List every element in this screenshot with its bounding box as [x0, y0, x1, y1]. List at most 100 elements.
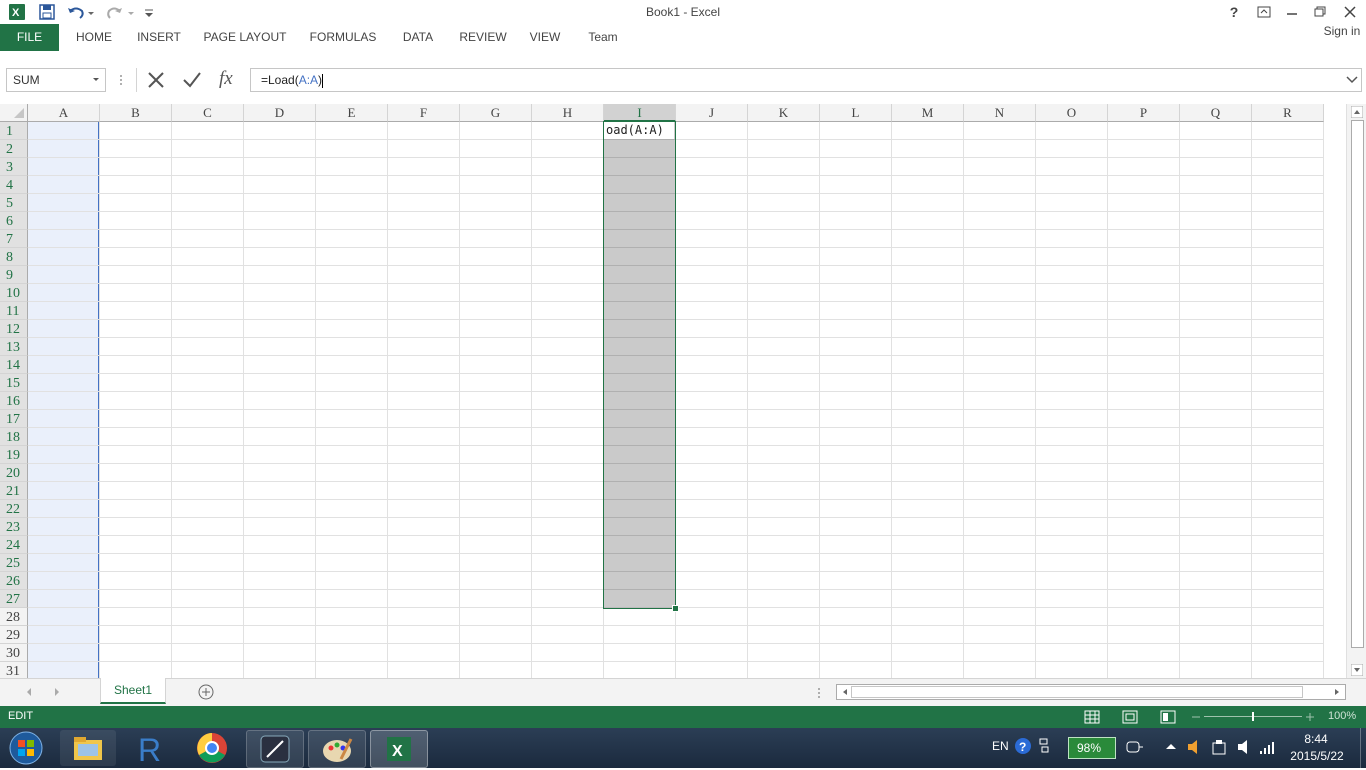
clock-date[interactable]: 2015/5/22	[1280, 749, 1354, 763]
tab-view[interactable]: VIEW	[524, 24, 566, 51]
tab-home[interactable]: HOME	[66, 24, 122, 51]
battery-indicator[interactable]: 98%	[1068, 737, 1116, 759]
column-header-r[interactable]: R	[1252, 104, 1324, 122]
column-header-k[interactable]: K	[748, 104, 820, 122]
column-header-i[interactable]: I	[604, 104, 676, 122]
zoom-slider-thumb[interactable]	[1252, 712, 1254, 721]
tab-formulas[interactable]: FORMULAS	[304, 24, 382, 51]
row-header-4[interactable]: 4	[0, 176, 28, 194]
column-header-p[interactable]: P	[1108, 104, 1180, 122]
formula-bar-grip-icon[interactable]	[118, 72, 124, 88]
ime-options-icon[interactable]	[1038, 736, 1050, 759]
row-header-12[interactable]: 12	[0, 320, 28, 338]
row-header-5[interactable]: 5	[0, 194, 28, 212]
chrome-icon[interactable]	[184, 730, 240, 766]
power-plug-icon[interactable]	[1124, 738, 1144, 759]
zoom-in-icon[interactable]	[1304, 710, 1316, 727]
page-layout-view-icon[interactable]	[1122, 709, 1138, 728]
language-indicator[interactable]: EN	[992, 739, 1009, 753]
minimize-icon[interactable]	[1278, 2, 1306, 22]
tab-split-grip-icon[interactable]	[816, 686, 822, 703]
column-header-m[interactable]: M	[892, 104, 964, 122]
name-box[interactable]: SUM	[6, 68, 106, 92]
column-header-a[interactable]: A	[28, 104, 100, 122]
prev-sheet-icon[interactable]	[24, 686, 34, 701]
start-button-icon[interactable]	[6, 730, 46, 766]
app-compass-icon[interactable]	[246, 730, 304, 768]
row-header-28[interactable]: 28	[0, 608, 28, 626]
usb-device-icon[interactable]	[1210, 738, 1228, 759]
column-header-c[interactable]: C	[172, 104, 244, 122]
cancel-icon[interactable]	[145, 70, 167, 93]
file-explorer-icon[interactable]	[60, 730, 116, 766]
formula-input[interactable]: =Load(A:A)	[250, 68, 1362, 92]
fill-handle[interactable]	[672, 605, 679, 612]
row-header-15[interactable]: 15	[0, 374, 28, 392]
column-header-j[interactable]: J	[676, 104, 748, 122]
column-header-d[interactable]: D	[244, 104, 316, 122]
row-header-7[interactable]: 7	[0, 230, 28, 248]
column-header-e[interactable]: E	[316, 104, 388, 122]
row-header-1[interactable]: 1	[0, 122, 28, 140]
scroll-down-icon[interactable]	[1351, 664, 1363, 676]
tab-insert[interactable]: INSERT	[130, 24, 188, 51]
row-header-6[interactable]: 6	[0, 212, 28, 230]
ribbon-display-options-icon[interactable]	[1250, 2, 1278, 22]
column-header-o[interactable]: O	[1036, 104, 1108, 122]
column-header-b[interactable]: B	[100, 104, 172, 122]
page-break-preview-icon[interactable]	[1160, 709, 1176, 728]
row-header-30[interactable]: 30	[0, 644, 28, 662]
row-header-21[interactable]: 21	[0, 482, 28, 500]
insert-function-button[interactable]: fx	[219, 68, 233, 90]
show-desktop-button[interactable]	[1360, 728, 1366, 768]
tab-data[interactable]: DATA	[394, 24, 442, 51]
row-header-23[interactable]: 23	[0, 518, 28, 536]
column-header-f[interactable]: F	[388, 104, 460, 122]
select-all-corner[interactable]	[0, 104, 28, 122]
horizontal-scrollbar[interactable]	[836, 684, 1346, 700]
paint-icon[interactable]	[308, 730, 366, 768]
zoom-out-icon[interactable]	[1190, 710, 1202, 727]
normal-view-icon[interactable]	[1084, 709, 1100, 728]
row-header-25[interactable]: 25	[0, 554, 28, 572]
next-sheet-icon[interactable]	[52, 686, 62, 701]
column-header-n[interactable]: N	[964, 104, 1036, 122]
sheet-tab-sheet1[interactable]: Sheet1	[100, 678, 166, 704]
row-header-29[interactable]: 29	[0, 626, 28, 644]
scroll-right-icon[interactable]	[1331, 686, 1343, 698]
row-header-27[interactable]: 27	[0, 590, 28, 608]
row-header-11[interactable]: 11	[0, 302, 28, 320]
help-tray-icon[interactable]: ?	[1014, 737, 1032, 758]
help-button[interactable]: ?	[1220, 2, 1248, 22]
tab-team[interactable]: Team	[580, 24, 626, 51]
row-header-8[interactable]: 8	[0, 248, 28, 266]
row-header-14[interactable]: 14	[0, 356, 28, 374]
expand-formula-bar-icon[interactable]	[1345, 72, 1359, 89]
tab-file[interactable]: FILE	[0, 24, 59, 51]
clock-time[interactable]: 8:44	[1286, 732, 1346, 746]
row-header-16[interactable]: 16	[0, 392, 28, 410]
scroll-left-icon[interactable]	[839, 686, 851, 698]
active-cell-i1[interactable]: oad(A:A)	[604, 122, 674, 139]
excel-taskbar-icon[interactable]: X	[370, 730, 428, 768]
row-header-17[interactable]: 17	[0, 410, 28, 428]
column-header-l[interactable]: L	[820, 104, 892, 122]
row-header-18[interactable]: 18	[0, 428, 28, 446]
r-app-icon[interactable]: R	[122, 730, 178, 768]
speaker-muted-icon[interactable]	[1186, 738, 1202, 759]
row-header-22[interactable]: 22	[0, 500, 28, 518]
row-header-13[interactable]: 13	[0, 338, 28, 356]
row-header-31[interactable]: 31	[0, 662, 28, 678]
horizontal-scroll-thumb[interactable]	[851, 686, 1303, 698]
new-sheet-icon[interactable]	[197, 683, 215, 704]
volume-icon[interactable]	[1236, 738, 1252, 759]
worksheet-grid[interactable]: ABCDEFGHIJKLMNOPQR 1 2 3 4 5 6 7 8 9 10 11 12 13 14 15…	[0, 104, 1346, 678]
selected-range[interactable]	[603, 121, 676, 609]
row-header-2[interactable]: 2	[0, 140, 28, 158]
vertical-scrollbar[interactable]	[1346, 104, 1366, 678]
column-header-q[interactable]: Q	[1180, 104, 1252, 122]
vertical-scroll-thumb[interactable]	[1351, 120, 1364, 648]
column-header-h[interactable]: H	[532, 104, 604, 122]
enter-checkmark-icon[interactable]	[181, 70, 203, 93]
show-hidden-icons-icon[interactable]	[1164, 740, 1178, 755]
